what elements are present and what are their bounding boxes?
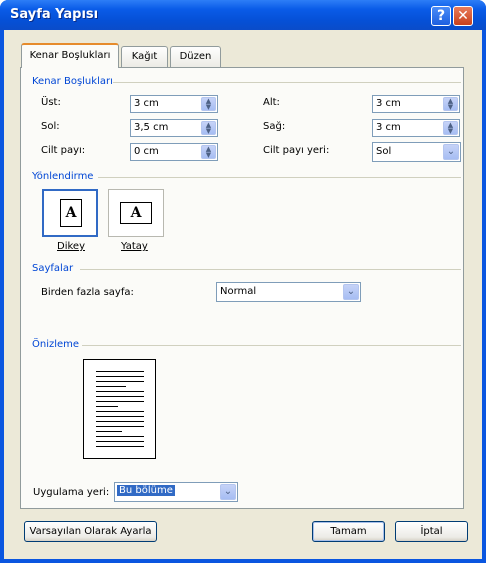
apply-to-select[interactable]: Bu bölüme ⌄ bbox=[114, 482, 238, 502]
spin-arrows-icon[interactable]: ▲ ▼ bbox=[201, 97, 216, 111]
top-margin-spinner[interactable]: 3 cm ▲ ▼ bbox=[130, 95, 218, 113]
left-margin-label: Sol: bbox=[41, 121, 60, 132]
help-button[interactable]: ? bbox=[431, 6, 451, 26]
left-margin-spinner[interactable]: 3,5 cm ▲ ▼ bbox=[130, 119, 218, 137]
chevron-down-icon[interactable]: ⌄ bbox=[443, 144, 459, 160]
page-preview bbox=[83, 359, 156, 459]
window-title: Sayfa Yapısı bbox=[10, 7, 99, 22]
multiple-pages-label: Birden fazla sayfa: bbox=[41, 287, 134, 298]
gutter-position-select[interactable]: Sol ⌄ bbox=[372, 142, 461, 162]
tab-paper[interactable]: Kağıt bbox=[121, 46, 168, 67]
close-button[interactable]: ✕ bbox=[453, 6, 473, 26]
chevron-down-icon[interactable]: ⌄ bbox=[343, 284, 359, 300]
chevron-down-icon[interactable]: ⌄ bbox=[220, 484, 236, 500]
tab-margins[interactable]: Kenar Boşlukları bbox=[21, 43, 119, 68]
multiple-pages-select[interactable]: Normal ⌄ bbox=[216, 282, 361, 302]
multiple-pages-value: Normal bbox=[220, 286, 257, 297]
close-icon: ✕ bbox=[457, 8, 469, 24]
gutter-label: Cilt payı: bbox=[41, 145, 86, 156]
margins-group-label: Kenar Boşlukları bbox=[32, 76, 113, 87]
tab-label: Kenar Boşlukları bbox=[29, 50, 111, 61]
gutter-spinner[interactable]: 0 cm ▲ ▼ bbox=[130, 143, 218, 161]
portrait-page-icon: A bbox=[60, 199, 82, 227]
right-margin-value: 3 cm bbox=[376, 122, 401, 133]
bottom-margin-label: Alt: bbox=[263, 97, 280, 108]
landscape-label[interactable]: Yatay bbox=[121, 241, 148, 252]
spin-arrows-icon[interactable]: ▲ ▼ bbox=[443, 121, 458, 135]
pages-group-label: Sayfalar bbox=[32, 263, 74, 274]
tab-label: Düzen bbox=[179, 51, 212, 62]
spin-arrows-icon[interactable]: ▲ ▼ bbox=[201, 121, 216, 135]
gutter-position-value: Sol bbox=[376, 146, 392, 157]
set-default-button[interactable]: Varsayılan Olarak Ayarla bbox=[24, 521, 157, 542]
top-margin-label: Üst: bbox=[41, 97, 61, 108]
cancel-button[interactable]: İptal bbox=[395, 521, 468, 542]
portrait-option[interactable]: A bbox=[42, 189, 98, 237]
gutter-value: 0 cm bbox=[134, 146, 159, 157]
tab-layout[interactable]: Düzen bbox=[170, 46, 221, 67]
spin-arrows-icon[interactable]: ▲ ▼ bbox=[443, 97, 458, 111]
title-bar[interactable]: Sayfa Yapısı ? ✕ bbox=[0, 0, 486, 30]
bottom-margin-spinner[interactable]: 3 cm ▲ ▼ bbox=[372, 95, 460, 113]
gutter-position-label: Cilt payı yeri: bbox=[263, 145, 330, 156]
group-divider bbox=[80, 269, 461, 270]
left-margin-value: 3,5 cm bbox=[134, 122, 169, 133]
orientation-group-label: Yönlendirme bbox=[32, 171, 94, 182]
right-margin-label: Sağ: bbox=[263, 121, 286, 132]
portrait-label[interactable]: Dikey bbox=[57, 241, 85, 252]
help-icon: ? bbox=[436, 8, 446, 24]
landscape-page-icon: A bbox=[120, 202, 152, 224]
group-divider bbox=[98, 177, 461, 178]
spin-arrows-icon[interactable]: ▲ ▼ bbox=[201, 145, 216, 159]
landscape-page-letter: A bbox=[130, 205, 142, 221]
preview-group-label: Önizleme bbox=[32, 339, 80, 350]
set-default-label: Varsayılan Olarak Ayarla bbox=[29, 526, 152, 537]
right-margin-spinner[interactable]: 3 cm ▲ ▼ bbox=[372, 119, 460, 137]
apply-to-value: Bu bölüme bbox=[117, 485, 175, 496]
ok-button[interactable]: Tamam bbox=[312, 521, 385, 542]
group-divider bbox=[113, 82, 461, 83]
landscape-option[interactable]: A bbox=[108, 189, 164, 237]
top-margin-value: 3 cm bbox=[134, 98, 159, 109]
portrait-page-letter: A bbox=[65, 205, 77, 221]
cancel-label: İptal bbox=[420, 526, 443, 537]
tab-label: Kağıt bbox=[131, 51, 158, 62]
group-divider bbox=[82, 345, 461, 346]
ok-label: Tamam bbox=[330, 526, 367, 537]
bottom-margin-value: 3 cm bbox=[376, 98, 401, 109]
apply-to-label: Uygulama yeri: bbox=[33, 487, 110, 498]
